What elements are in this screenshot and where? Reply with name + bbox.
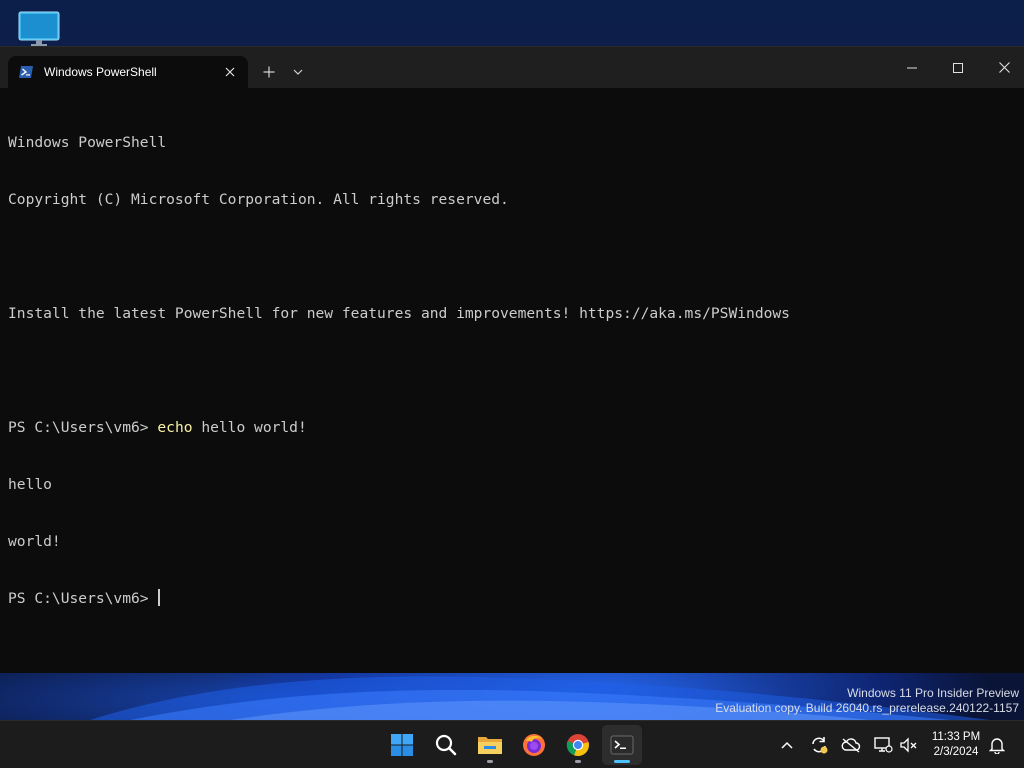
tab-windows-powershell[interactable]: Windows PowerShell bbox=[8, 56, 248, 88]
search-icon bbox=[435, 734, 457, 756]
sync-icon bbox=[812, 737, 828, 754]
watermark-edition: Windows 11 Pro Insider Preview bbox=[847, 686, 1019, 700]
bell-icon bbox=[989, 738, 1005, 754]
start-button[interactable] bbox=[382, 725, 422, 765]
evaluation-watermark: Windows 11 Pro Insider Preview Evaluatio… bbox=[715, 686, 1019, 716]
current-prompt: PS C:\Users\vm6> bbox=[8, 590, 158, 607]
chevron-down-icon bbox=[293, 69, 303, 75]
terminal-output[interactable]: Windows PowerShell Copyright (C) Microso… bbox=[8, 95, 1018, 665]
terminal-line: Copyright (C) Microsoft Corporation. All… bbox=[8, 191, 509, 208]
title-bar[interactable]: Windows PowerShell bbox=[0, 47, 1024, 88]
firefox-button[interactable] bbox=[514, 725, 554, 765]
windows-logo-icon bbox=[391, 734, 413, 756]
maximize-icon bbox=[953, 62, 963, 73]
watermark-build: Evaluation copy. Build 26040.rs_prerelea… bbox=[715, 701, 1019, 715]
taskbar: 11:33 PM 2/3/2024 bbox=[0, 720, 1024, 768]
show-hidden-icons-button[interactable] bbox=[775, 733, 799, 757]
minimize-button[interactable] bbox=[889, 47, 935, 88]
clock-date: 2/3/2024 bbox=[933, 746, 979, 758]
active-indicator bbox=[614, 760, 630, 763]
chrome-button[interactable] bbox=[558, 725, 598, 765]
terminal-icon bbox=[610, 735, 634, 755]
terminal-line: hello bbox=[8, 476, 52, 493]
onedrive-button[interactable] bbox=[839, 733, 863, 757]
sync-status-button[interactable] bbox=[807, 733, 831, 757]
close-icon bbox=[998, 62, 1010, 73]
terminal-line: Install the latest PowerShell for new fe… bbox=[8, 305, 790, 322]
chevron-up-icon bbox=[781, 741, 793, 749]
running-indicator bbox=[487, 760, 493, 763]
close-icon bbox=[225, 67, 235, 77]
file-explorer-button[interactable] bbox=[470, 725, 510, 765]
plus-icon bbox=[263, 66, 275, 78]
clock-time: 11:33 PM bbox=[931, 731, 981, 743]
tab-title: Windows PowerShell bbox=[44, 65, 157, 79]
minimize-icon bbox=[907, 67, 917, 68]
terminal-button[interactable] bbox=[602, 725, 642, 765]
close-tab-button[interactable] bbox=[218, 60, 242, 84]
folder-icon bbox=[478, 737, 502, 754]
terminal-line: PS C:\Users\vm6> echo hello world! bbox=[8, 419, 307, 436]
tab-dropdown-button[interactable] bbox=[287, 59, 309, 85]
speaker-muted-icon bbox=[900, 737, 917, 753]
firefox-icon bbox=[523, 734, 545, 756]
system-clock[interactable]: 11:33 PM 2/3/2024 bbox=[924, 730, 988, 760]
running-indicator bbox=[575, 760, 581, 763]
terminal-line: world! bbox=[8, 533, 61, 550]
notifications-button[interactable] bbox=[985, 733, 1009, 757]
search-button[interactable] bbox=[426, 725, 466, 765]
network-icon bbox=[874, 737, 893, 753]
network-button[interactable] bbox=[871, 733, 895, 757]
recycle-bin-icon[interactable] bbox=[18, 11, 60, 47]
terminal-window: Windows PowerShell Windows PowerShell Co… bbox=[0, 46, 1024, 673]
command-keyword: echo bbox=[157, 419, 193, 436]
new-tab-button[interactable] bbox=[256, 59, 282, 85]
text-cursor bbox=[158, 589, 160, 606]
terminal-line: Windows PowerShell bbox=[8, 134, 167, 151]
cloud-offline-icon bbox=[841, 738, 861, 753]
close-window-button[interactable] bbox=[981, 47, 1024, 88]
terminal-prompt-line[interactable]: PS C:\Users\vm6> bbox=[8, 589, 1018, 608]
volume-button[interactable] bbox=[897, 733, 921, 757]
powershell-icon bbox=[18, 64, 34, 80]
maximize-button[interactable] bbox=[935, 47, 981, 88]
chrome-icon bbox=[566, 734, 589, 757]
